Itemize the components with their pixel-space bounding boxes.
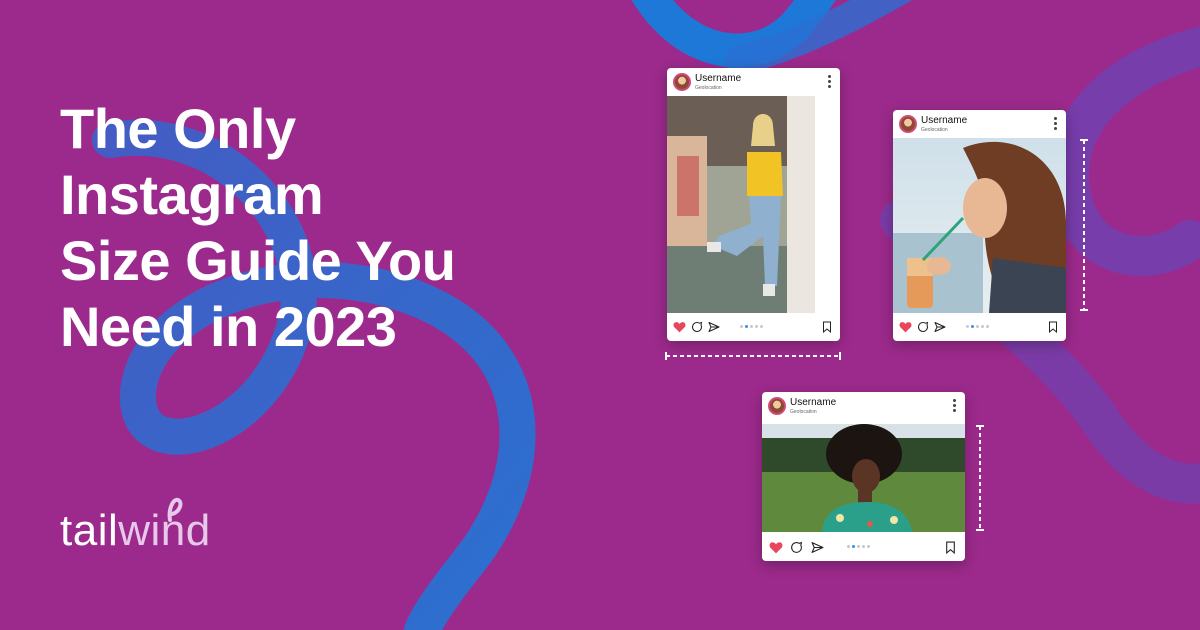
avatar[interactable] — [673, 73, 691, 91]
woman-afro-photo — [762, 424, 965, 532]
heart-icon[interactable] — [899, 321, 912, 333]
post-actions — [667, 313, 840, 341]
height-dimension-line — [976, 425, 984, 531]
post-header: Username Geolocation — [762, 392, 965, 420]
send-icon[interactable] — [811, 541, 824, 554]
headline-line-3: Size Guide You — [60, 229, 456, 292]
kebab-menu-icon[interactable] — [828, 75, 831, 89]
post-photo — [893, 138, 1066, 313]
banner: The Only Instagram Size Guide You Need i… — [0, 0, 1200, 630]
post-geolocation: Geolocation — [790, 409, 817, 415]
kebab-menu-icon[interactable] — [953, 399, 956, 413]
post-actions — [893, 313, 1066, 341]
comment-icon[interactable] — [790, 541, 803, 554]
logo-tail: tail — [60, 506, 119, 555]
send-icon[interactable] — [934, 321, 946, 333]
bookmark-icon[interactable] — [945, 541, 956, 554]
avatar[interactable] — [899, 115, 917, 133]
kebab-menu-icon[interactable] — [1054, 117, 1057, 131]
carousel-dots — [847, 545, 870, 549]
headline: The Only Instagram Size Guide You Need i… — [60, 96, 600, 360]
carousel-dots — [966, 325, 989, 329]
post-photo — [667, 96, 840, 313]
send-icon[interactable] — [708, 321, 720, 333]
post-username[interactable]: Username — [695, 73, 741, 84]
comment-icon[interactable] — [917, 321, 929, 333]
woman-drink-photo — [893, 138, 1066, 313]
post-header: Username Geolocation — [667, 68, 840, 96]
bookmark-icon[interactable] — [1048, 321, 1058, 333]
post-header: Username Geolocation — [893, 110, 1066, 138]
logo-loop-icon — [167, 497, 183, 522]
post-actions — [762, 533, 965, 561]
post-username[interactable]: Username — [790, 397, 836, 408]
heart-icon[interactable] — [769, 541, 783, 554]
comment-icon[interactable] — [691, 321, 703, 333]
post-username[interactable]: Username — [921, 115, 967, 126]
headline-line-1: The Only — [60, 97, 296, 160]
instagram-post-square: Username Geolocation — [893, 110, 1066, 341]
height-dimension-line — [1080, 139, 1088, 311]
post-photo — [762, 424, 965, 532]
heart-icon[interactable] — [673, 321, 686, 333]
post-geolocation: Geolocation — [921, 127, 948, 133]
avatar[interactable] — [768, 397, 786, 415]
woman-photo — [667, 96, 840, 313]
instagram-post-landscape: Username Geolocation — [762, 392, 965, 561]
instagram-post-portrait: Username Geolocation — [667, 68, 840, 341]
bookmark-icon[interactable] — [822, 321, 832, 333]
carousel-dots — [740, 325, 763, 329]
post-geolocation: Geolocation — [695, 85, 722, 91]
headline-line-4: Need in 2023 — [60, 295, 397, 358]
headline-line-2: Instagram — [60, 163, 324, 226]
width-dimension-line — [665, 352, 841, 360]
